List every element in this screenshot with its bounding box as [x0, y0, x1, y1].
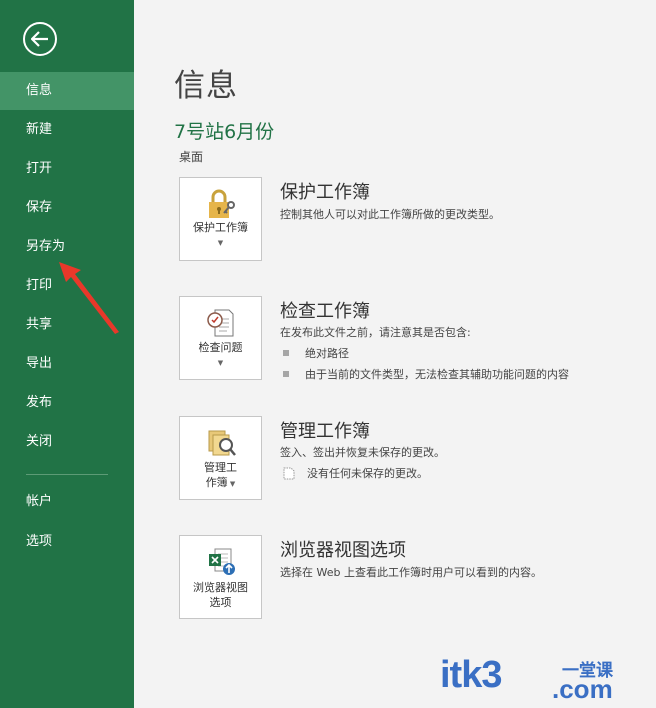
nav-item-close[interactable]: 关闭 [0, 423, 134, 461]
manage-workbook-title: 管理工作簿 [280, 421, 370, 442]
list-item: 没有任何未保存的更改。 [283, 465, 428, 481]
document-name: 7号站6月份 [174, 121, 275, 143]
inspect-document-icon [207, 309, 234, 337]
nav-item-open[interactable]: 打开 [0, 150, 134, 188]
nav-item-account[interactable]: 帐户 [0, 483, 134, 521]
manage-workbook-description: 签入、签出并恢复未保存的更改。 [280, 446, 445, 459]
check-for-issues-label: 检查问题 [198, 341, 243, 354]
manage-workbook-label-line2: 作簿 ▼ [205, 476, 236, 489]
nav-item-new[interactable]: 新建 [0, 111, 134, 149]
document-icon [283, 467, 295, 479]
nav-item-save[interactable]: 保存 [0, 189, 134, 227]
browser-view-options-title: 浏览器视图选项 [280, 540, 406, 561]
backstage-sidebar: 信息 新建 打开 保存 另存为 打印 共享 导出 发布 关闭 帐户 选项 [0, 0, 134, 708]
nav-item-publish[interactable]: 发布 [0, 384, 134, 422]
bullet-text: 绝对路径 [305, 347, 349, 360]
check-for-issues-button[interactable]: 检查问题 ▼ [179, 296, 262, 380]
back-arrow-icon [31, 31, 48, 47]
protect-workbook-label: 保护工作簿 [193, 221, 248, 234]
back-button[interactable] [23, 22, 57, 56]
excel-web-icon [209, 548, 235, 575]
inspect-workbook-description: 在发布此文件之前，请注意其是否包含: [280, 326, 471, 339]
page-title: 信息 [174, 68, 238, 104]
protect-workbook-button[interactable]: 保护工作簿 ▼ [179, 177, 262, 261]
manage-workbook-button[interactable]: 管理工 作簿 ▼ [179, 416, 262, 500]
dropdown-caret-icon: ▼ [217, 239, 224, 247]
list-item: 由于当前的文件类型，无法检查其辅助功能问题的内容 [283, 366, 569, 382]
nav-item-options[interactable]: 选项 [0, 523, 134, 561]
dropdown-caret-icon: ▼ [217, 359, 224, 367]
watermark-text: itk3 [440, 654, 502, 696]
no-unsaved-changes-text: 没有任何未保存的更改。 [307, 467, 428, 480]
protect-workbook-description: 控制其他人可以对此工作簿所做的更改类型。 [280, 208, 500, 221]
browser-view-options-label-line2: 选项 [209, 596, 232, 609]
browser-view-options-label-line1: 浏览器视图 [193, 581, 248, 594]
annotation-arrow-icon [59, 262, 119, 334]
lock-key-icon [209, 189, 235, 218]
protect-workbook-title: 保护工作簿 [280, 182, 370, 203]
browser-view-options-description: 选择在 Web 上查看此工作簿时用户可以看到的内容。 [280, 566, 542, 579]
bullet-icon [283, 371, 289, 377]
manage-workbook-label-line1: 管理工 [204, 461, 237, 474]
nav-divider [26, 474, 108, 475]
list-item: 绝对路径 [283, 345, 349, 361]
inspect-workbook-title: 检查工作簿 [280, 301, 370, 322]
nav-item-info[interactable]: 信息 [0, 72, 134, 110]
manage-versions-icon [208, 430, 236, 456]
nav-item-export[interactable]: 导出 [0, 345, 134, 383]
bullet-icon [283, 350, 289, 356]
bullet-text: 由于当前的文件类型，无法检查其辅助功能问题的内容 [305, 368, 569, 381]
document-location: 桌面 [179, 150, 204, 164]
watermark-suffix: .com [552, 674, 613, 704]
watermark-logo: itk3 一堂课 .com [440, 654, 640, 704]
dropdown-caret-icon: ▼ [227, 480, 236, 488]
browser-view-options-button[interactable]: 浏览器视图 选项 [179, 535, 262, 619]
